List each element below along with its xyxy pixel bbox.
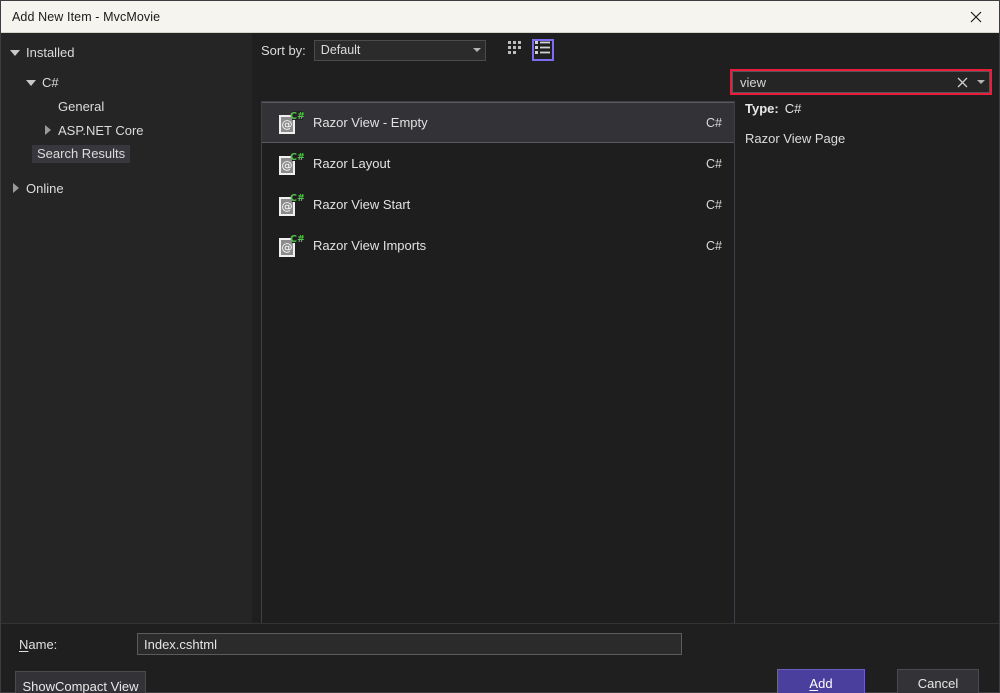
show-compact-view-button[interactable]: Show Compact View bbox=[15, 671, 146, 693]
tree-node-general[interactable]: General bbox=[1, 95, 252, 117]
tree-node-label: Installed bbox=[23, 45, 74, 60]
view-toggle-group bbox=[504, 39, 554, 61]
svg-text:C#: C# bbox=[290, 193, 304, 204]
name-label-rest: ame: bbox=[28, 637, 57, 652]
tree-node-label: Online bbox=[23, 181, 64, 196]
sort-by-label: Sort by: bbox=[261, 43, 306, 58]
tree-node-search-results[interactable]: Search Results bbox=[1, 143, 252, 165]
category-tree: Installed C# General ASP.NET Core Search… bbox=[1, 33, 253, 623]
list-item-name: Razor View - Empty bbox=[308, 115, 706, 130]
detail-type-row: Type:C# bbox=[745, 101, 991, 116]
templates-toolbar: Sort by: Default bbox=[253, 33, 999, 67]
detail-type-label: Type: bbox=[745, 101, 779, 116]
tile-view-icon bbox=[507, 40, 522, 60]
dialog-body: Installed C# General ASP.NET Core Search… bbox=[1, 33, 999, 692]
list-item-name: Razor View Start bbox=[308, 197, 706, 212]
name-input[interactable]: Index.cshtml bbox=[137, 633, 682, 655]
collapsed-twisty-icon[interactable] bbox=[7, 183, 23, 193]
chevron-down-icon bbox=[469, 48, 485, 52]
svg-text:C#: C# bbox=[290, 152, 304, 163]
compact-label-post: ompact View bbox=[64, 679, 138, 693]
razor-view-icon: @ C# bbox=[272, 109, 308, 137]
list-item[interactable]: @ C# Razor View - Empty C# bbox=[261, 102, 735, 143]
tree-node-csharp[interactable]: C# bbox=[1, 71, 252, 93]
cancel-label: Cancel bbox=[918, 676, 958, 691]
razor-view-icon: @ C# bbox=[272, 191, 308, 219]
list-view-icon bbox=[535, 41, 550, 59]
list-item-name: Razor Layout bbox=[308, 156, 706, 171]
expanded-twisty-icon[interactable] bbox=[23, 79, 39, 85]
list-item-language: C# bbox=[706, 157, 722, 171]
tree-node-online[interactable]: Online bbox=[1, 177, 252, 199]
razor-view-icon: @ C# bbox=[272, 150, 308, 178]
tree-node-label: C# bbox=[39, 75, 59, 90]
list-item-language: C# bbox=[706, 116, 722, 130]
search-highlight-annotation: view bbox=[730, 69, 992, 95]
list-item-language: C# bbox=[706, 198, 722, 212]
list-view-button[interactable] bbox=[532, 39, 554, 61]
tree-node-aspnet-core[interactable]: ASP.NET Core bbox=[1, 119, 252, 141]
list-item-name: Razor View Imports bbox=[308, 238, 706, 253]
list-item[interactable]: @ C# Razor View Imports C# bbox=[262, 225, 734, 266]
main-area: Installed C# General ASP.NET Core Search… bbox=[1, 33, 999, 623]
detail-description: Razor View Page bbox=[745, 131, 991, 146]
templates-pane: Sort by: Default bbox=[253, 33, 999, 623]
expanded-twisty-icon[interactable] bbox=[7, 49, 23, 55]
add-label-accel: A bbox=[809, 676, 818, 691]
add-button[interactable]: Add bbox=[777, 669, 865, 693]
compact-label-pre: Show bbox=[22, 679, 55, 693]
close-icon bbox=[970, 11, 982, 23]
cancel-button[interactable]: Cancel bbox=[897, 669, 979, 693]
razor-view-icon: @ C# bbox=[272, 232, 308, 260]
tree-node-installed[interactable]: Installed bbox=[1, 41, 252, 63]
dialog-footer: Name: Index.cshtml Show Compact View Add… bbox=[1, 623, 999, 692]
clear-search-icon[interactable] bbox=[951, 77, 973, 88]
close-button[interactable] bbox=[953, 1, 999, 32]
list-item-language: C# bbox=[706, 239, 722, 253]
template-details: Type:C# Razor View Page bbox=[743, 101, 991, 146]
list-item[interactable]: @ C# Razor Layout C# bbox=[262, 143, 734, 184]
name-label-accel: N bbox=[19, 637, 28, 652]
search-input[interactable]: view bbox=[740, 75, 951, 90]
search-box[interactable]: view bbox=[732, 71, 990, 93]
list-item[interactable]: @ C# Razor View Start C# bbox=[262, 184, 734, 225]
tile-view-button[interactable] bbox=[504, 39, 526, 61]
sort-by-value: Default bbox=[321, 43, 469, 57]
title-bar: Add New Item - MvcMovie bbox=[1, 1, 999, 33]
detail-type-value: C# bbox=[779, 101, 802, 116]
window-title: Add New Item - MvcMovie bbox=[1, 10, 160, 24]
collapsed-twisty-icon[interactable] bbox=[39, 125, 55, 135]
tree-node-label: General bbox=[55, 99, 104, 114]
template-list[interactable]: @ C# Razor View - Empty C# bbox=[261, 101, 735, 655]
tree-node-label: ASP.NET Core bbox=[55, 123, 144, 138]
tree-node-label: Search Results bbox=[32, 145, 130, 163]
compact-label-accel: C bbox=[55, 679, 64, 693]
name-row: Name: Index.cshtml bbox=[1, 632, 999, 656]
add-label-post: dd bbox=[818, 676, 832, 691]
name-label: Name: bbox=[1, 637, 137, 652]
svg-text:C#: C# bbox=[290, 234, 304, 245]
sort-by-dropdown[interactable]: Default bbox=[314, 40, 486, 61]
chevron-down-icon[interactable] bbox=[973, 80, 989, 84]
svg-text:C#: C# bbox=[290, 111, 304, 122]
add-new-item-dialog: Add New Item - MvcMovie Installed C# bbox=[0, 0, 1000, 693]
